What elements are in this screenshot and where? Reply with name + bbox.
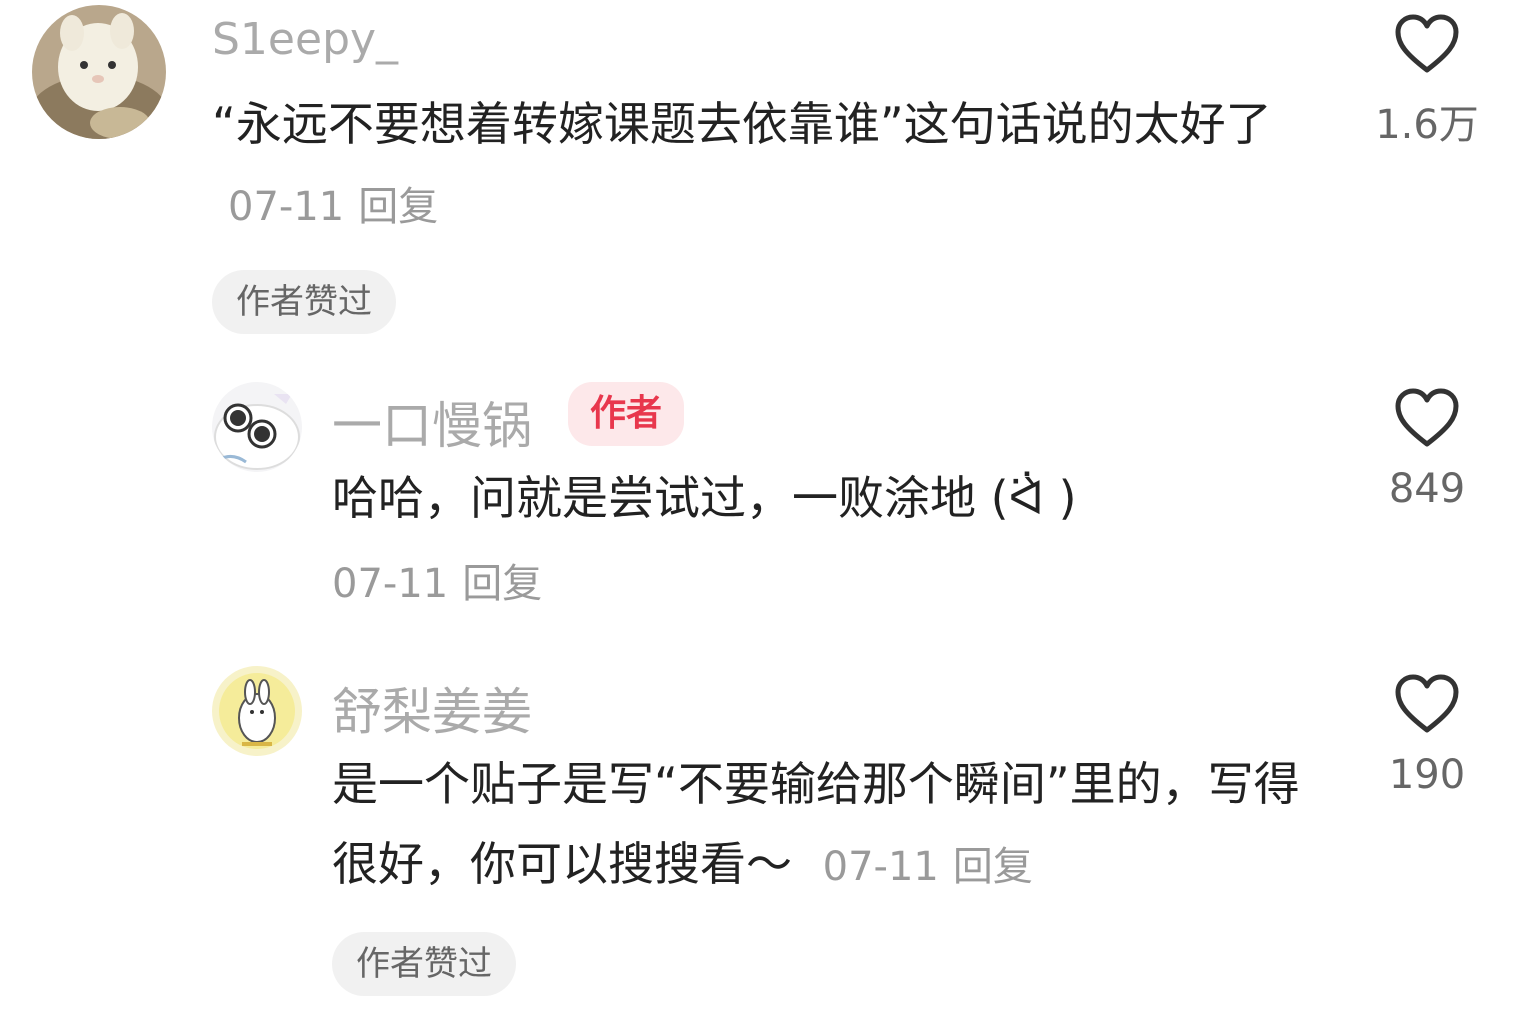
avatar[interactable] — [32, 5, 166, 139]
username[interactable]: S1eepy_ — [212, 14, 398, 65]
like-button[interactable]: 190 — [1347, 674, 1507, 798]
avatar[interactable] — [212, 382, 302, 472]
comment-text: 哈哈，问就是尝试过，一败涂地 (ᐛ̀ ) — [332, 471, 1077, 525]
comment-date: 07-11 — [228, 184, 345, 230]
reply-button[interactable]: 回复 — [953, 844, 1033, 890]
like-count: 190 — [1388, 752, 1466, 798]
comment-meta: 07-11 回复 — [823, 844, 1033, 890]
comment-text-block: “永远不要想着转嫁课题去依靠谁”这句话说的太好了 07-11 回复 — [212, 84, 1302, 247]
heart-outline-icon — [1395, 674, 1459, 733]
comment-meta: 07-11 回复 — [332, 556, 542, 612]
avatar[interactable] — [212, 666, 302, 756]
comment-date: 07-11 — [332, 561, 449, 607]
username[interactable]: 一口慢锅 — [332, 386, 532, 458]
author-liked-tag: 作者赞过 — [212, 270, 396, 334]
comment-text: “永远不要想着转嫁课题去依靠谁”这句话说的太好了 — [212, 97, 1272, 151]
username[interactable]: 舒梨姜姜 — [332, 672, 532, 744]
author-liked-tag: 作者赞过 — [332, 932, 516, 996]
like-count: 1.6万 — [1375, 102, 1479, 148]
heart-outline-icon — [1395, 14, 1459, 73]
author-badge: 作者 — [568, 382, 685, 446]
like-count: 849 — [1388, 466, 1466, 512]
comment-text-block: 哈哈，问就是尝试过，一败涂地 (ᐛ̀ ) — [332, 458, 1312, 538]
comment-meta: 07-11 回复 — [228, 184, 438, 230]
like-button[interactable]: 849 — [1347, 388, 1507, 512]
reply-button[interactable]: 回复 — [462, 561, 542, 607]
comment-date: 07-11 — [822, 844, 939, 890]
comment-text: 是一个贴子是写“不要输给那个瞬间”里的，写得很好，你可以搜搜看～ — [332, 757, 1300, 891]
heart-outline-icon — [1395, 388, 1459, 447]
comment-text-block: 是一个贴子是写“不要输给那个瞬间”里的，写得很好，你可以搜搜看～ 07-11 回复 — [332, 744, 1332, 907]
reply-button[interactable]: 回复 — [358, 184, 438, 230]
like-button[interactable]: 1.6万 — [1347, 14, 1507, 150]
